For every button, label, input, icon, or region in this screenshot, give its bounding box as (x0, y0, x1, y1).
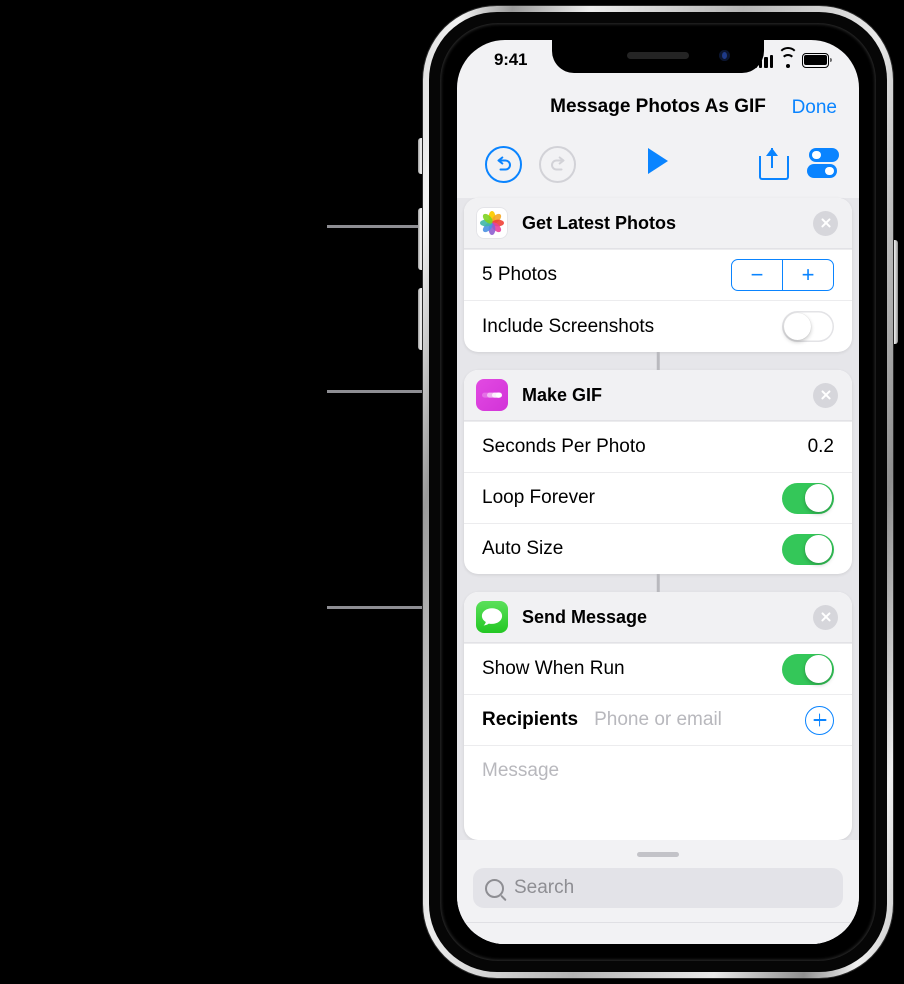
action-row-photo-count[interactable]: 5 Photos − + (464, 249, 852, 300)
close-icon[interactable] (813, 210, 838, 236)
search-input[interactable]: Search (473, 868, 843, 908)
action-library-sheet: Search (457, 840, 859, 944)
quantity-stepper[interactable]: − + (731, 259, 834, 291)
share-box-glyph (759, 156, 789, 180)
stepper-plus-button[interactable]: + (782, 260, 833, 290)
settings-toggles-icon[interactable] (807, 148, 839, 178)
editor-toolbar (457, 136, 859, 198)
redo-arrow-glyph (550, 156, 564, 170)
undo-icon[interactable] (485, 146, 522, 183)
workflow-actions-list: Get Latest Photos 5 Photos − + Include S… (457, 198, 859, 840)
action-header[interactable]: Send Message (464, 592, 852, 643)
action-row-loop-forever[interactable]: Loop Forever (464, 472, 852, 523)
action-card-make-gif[interactable]: Make GIF Seconds Per Photo 0.2 Loop Fore… (464, 370, 852, 574)
toggle-knob (783, 312, 812, 341)
show-when-run-toggle[interactable] (782, 653, 834, 685)
toggle-knob (804, 484, 833, 512)
sheet-grabber[interactable] (637, 852, 679, 857)
row-label: 5 Photos (482, 264, 557, 285)
phone-bezel: 9:41 Message Photos As GIF Done Get Late… (440, 23, 876, 961)
action-connector (457, 352, 859, 370)
front-camera-icon (719, 50, 730, 61)
row-label: Seconds Per Photo (482, 436, 646, 457)
photos-app-icon (476, 207, 508, 239)
close-icon[interactable] (813, 382, 838, 408)
speech-bubble-glyph (481, 608, 503, 626)
action-connector (457, 574, 859, 592)
iphone-frame: 9:41 Message Photos As GIF Done Get Late… (423, 6, 893, 978)
done-button[interactable]: Done (792, 97, 837, 119)
search-icon (485, 878, 504, 898)
row-label: Include Screenshots (482, 315, 655, 337)
action-row-include-screenshots[interactable]: Include Screenshots (464, 300, 852, 352)
action-row-show-when-run[interactable]: Show When Run (464, 643, 852, 694)
auto-size-toggle[interactable] (782, 533, 834, 565)
action-title: Get Latest Photos (522, 212, 677, 233)
action-card-send-message[interactable]: Send Message Show When Run Recipients Ph… (464, 592, 852, 840)
stepper-minus-button[interactable]: − (732, 260, 782, 290)
action-header[interactable]: Make GIF (464, 370, 852, 421)
action-row-seconds-per-photo[interactable]: Seconds Per Photo 0.2 (464, 421, 852, 472)
search-placeholder: Search (514, 877, 575, 898)
row-label: Loop Forever (482, 487, 596, 508)
wifi-icon (777, 46, 798, 68)
settings-toggle-bottom-glyph (807, 164, 837, 178)
phone-screen: 9:41 Message Photos As GIF Done Get Late… (457, 40, 859, 944)
action-title: Make GIF (522, 384, 603, 405)
play-icon[interactable] (648, 148, 668, 174)
row-label: Show When Run (482, 658, 625, 679)
action-row-recipients[interactable]: Recipients Phone or email (464, 694, 852, 745)
row-label: Recipients (482, 709, 579, 730)
share-arrowhead-glyph (766, 148, 778, 156)
action-header[interactable]: Get Latest Photos (464, 198, 852, 249)
seconds-per-photo-value[interactable]: 0.2 (808, 436, 834, 458)
action-title: Send Message (522, 606, 648, 627)
undo-arrow-glyph (497, 156, 511, 170)
add-recipient-icon[interactable] (805, 705, 834, 735)
messages-app-icon (476, 601, 508, 633)
include-screenshots-toggle[interactable] (782, 311, 834, 342)
earpiece-speaker-icon (627, 52, 689, 59)
screenshot-stage: 9:41 Message Photos As GIF Done Get Late… (0, 0, 904, 984)
toggle-knob (804, 655, 833, 683)
message-input[interactable]: Message (464, 745, 852, 840)
toggle-knob (804, 535, 833, 563)
notch (552, 40, 764, 73)
action-row-auto-size[interactable]: Auto Size (464, 523, 852, 574)
home-indicator-area (457, 922, 859, 944)
close-icon[interactable] (813, 604, 838, 630)
battery-icon (802, 53, 832, 68)
photos-pinwheel-glyph (480, 211, 504, 235)
settings-toggle-top-glyph (809, 148, 839, 162)
phone-inner-frame: 9:41 Message Photos As GIF Done Get Late… (429, 12, 887, 972)
action-card-get-latest-photos[interactable]: Get Latest Photos 5 Photos − + Include S… (464, 198, 852, 352)
status-bar-time: 9:41 (494, 50, 528, 69)
loop-forever-toggle[interactable] (782, 482, 834, 514)
row-label: Auto Size (482, 538, 564, 559)
redo-icon[interactable] (539, 146, 576, 183)
status-bar-indicators (753, 46, 832, 68)
share-icon[interactable] (759, 146, 789, 180)
recipients-input[interactable]: Phone or email (594, 709, 805, 731)
make-gif-icon (476, 379, 508, 411)
gif-motion-glyph (482, 392, 502, 398)
navigation-bar: Message Photos As GIF Done (457, 84, 859, 136)
